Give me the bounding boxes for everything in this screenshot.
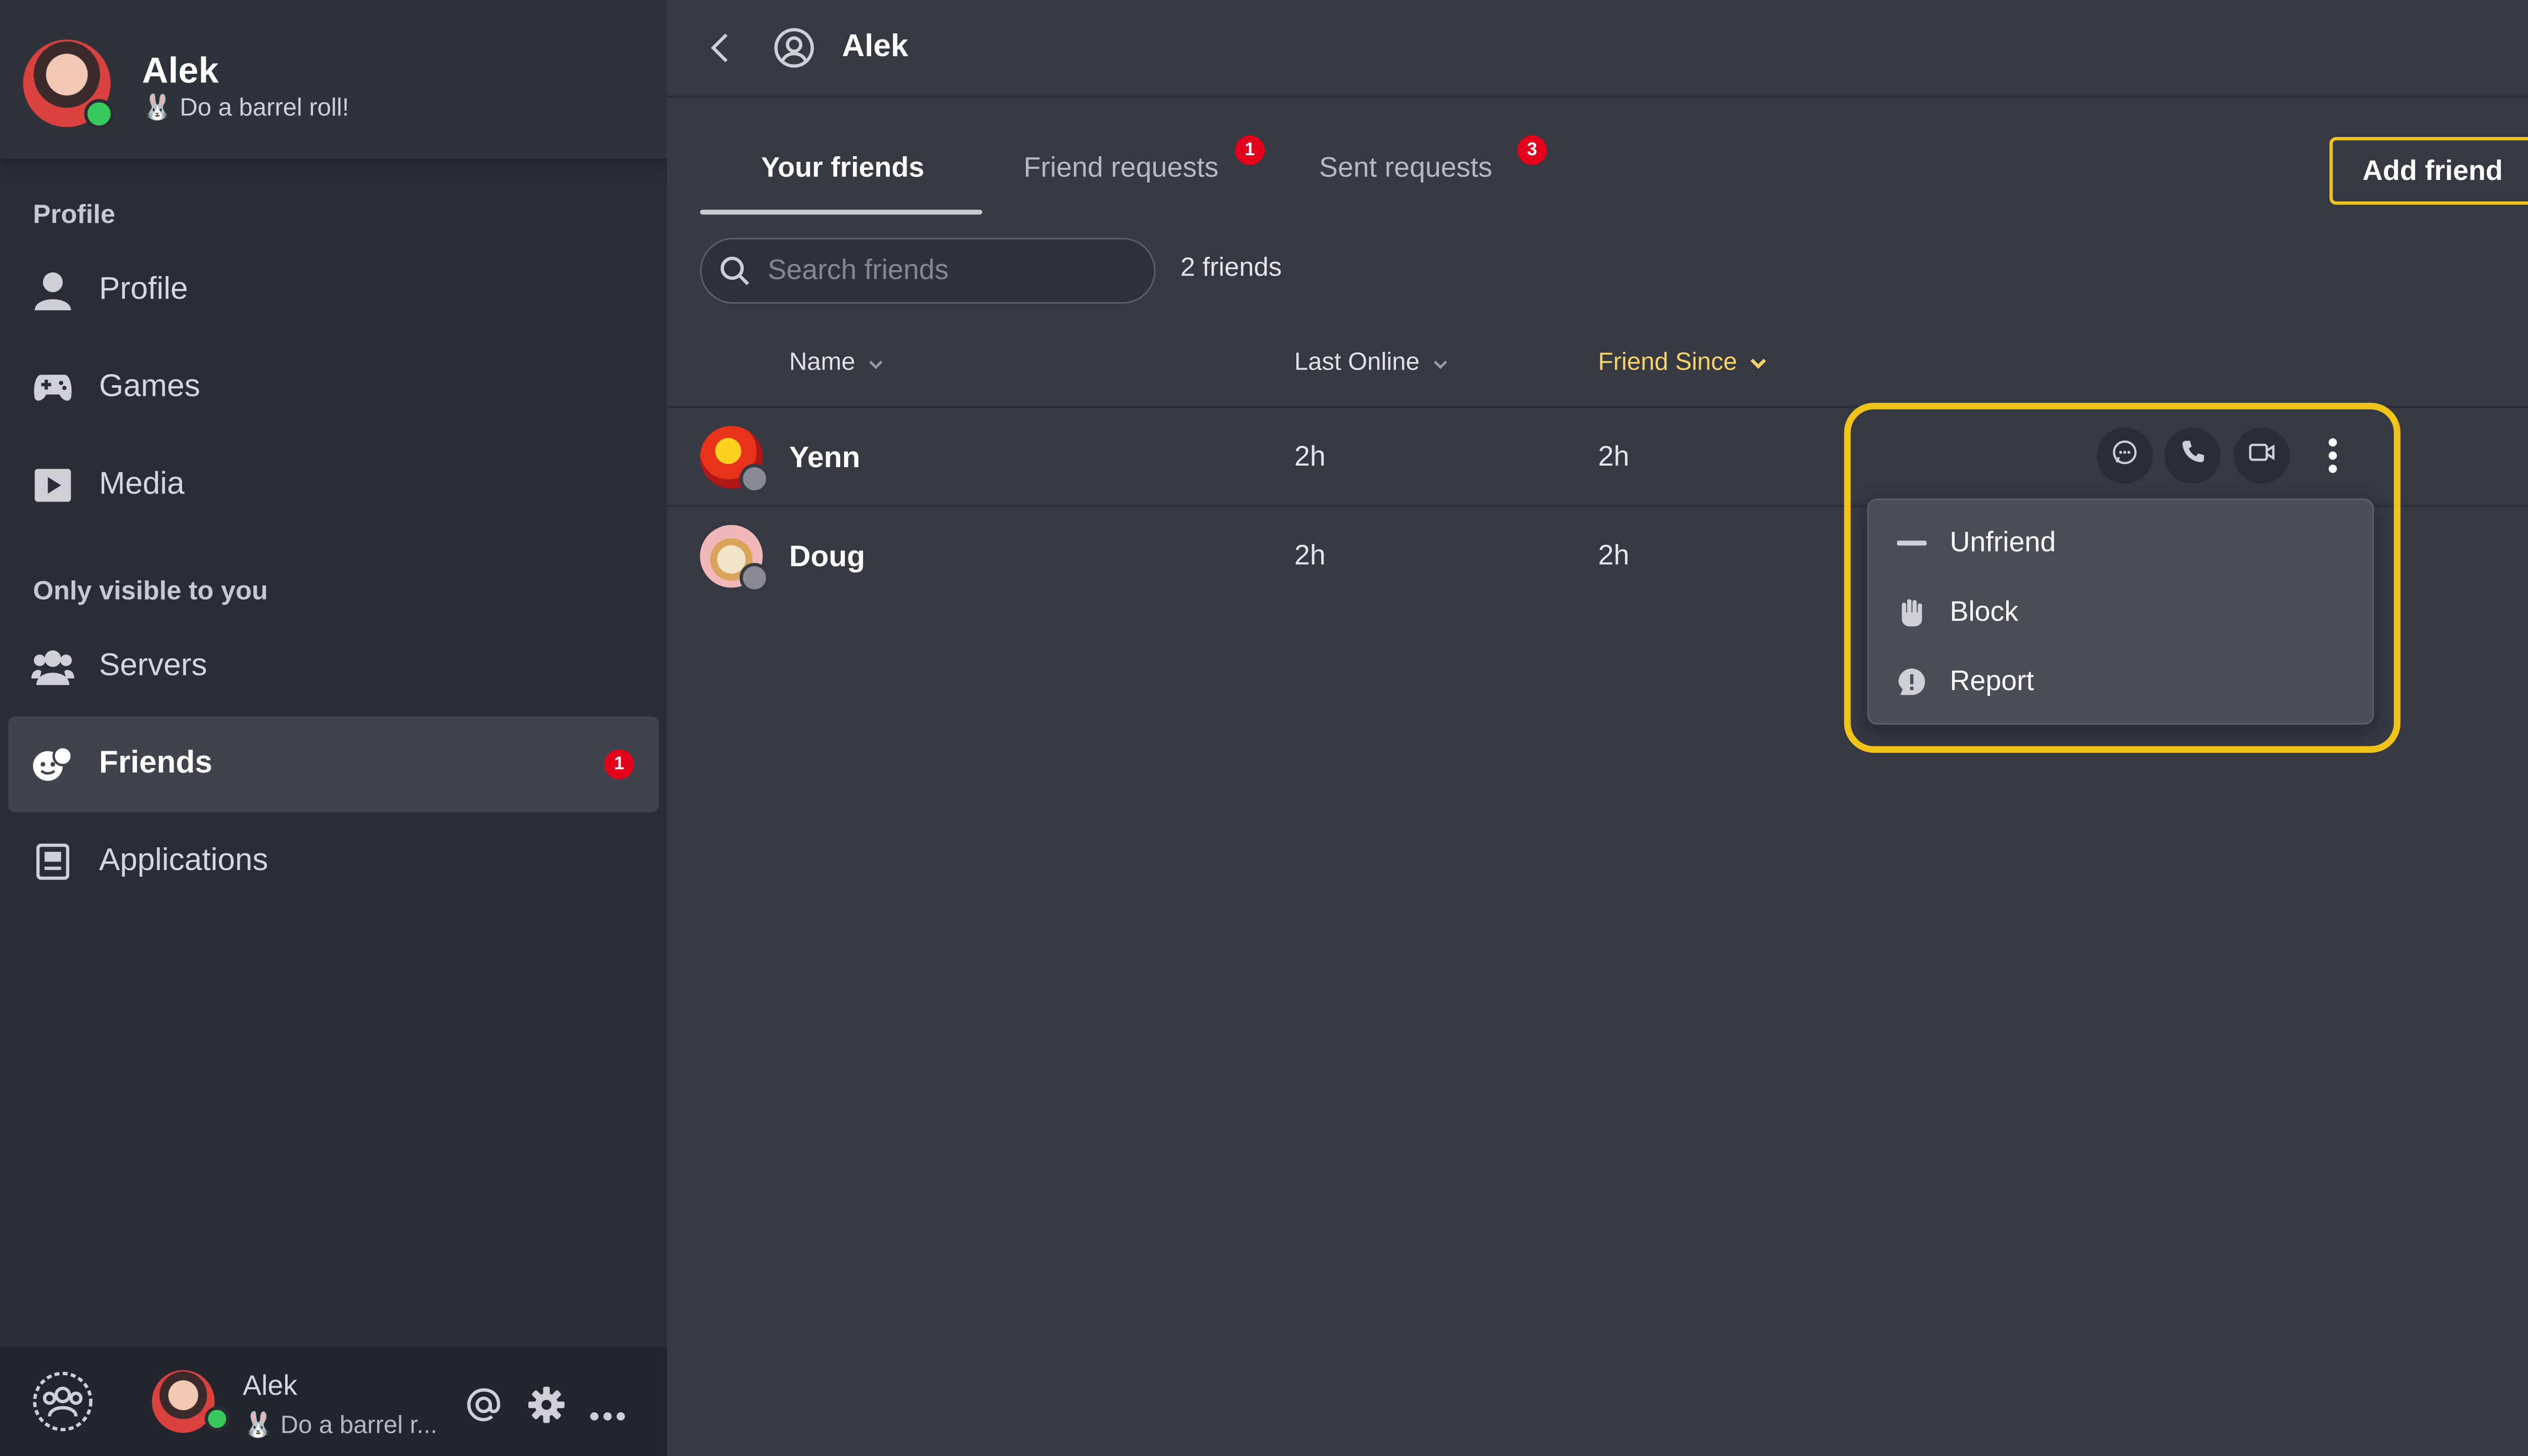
sidebar-item-label: Applications — [99, 843, 268, 879]
menu-item-label: Unfriend — [1950, 526, 2056, 558]
add-friend-button[interactable]: Add friend — [2329, 137, 2528, 205]
column-header-name[interactable]: Name — [789, 348, 883, 377]
sidebar-footer: Alek 🐰 Do a barrel r... — [0, 1347, 667, 1456]
tab-sent-requests[interactable]: Sent requests — [1319, 152, 1493, 185]
user-circle-icon — [774, 28, 814, 76]
friend-since-value: 2h — [1598, 539, 1630, 571]
more-icon[interactable] — [590, 1400, 626, 1430]
sidebar-item-applications[interactable]: Applications — [8, 814, 659, 909]
search-input[interactable] — [768, 239, 1131, 302]
online-status-dot — [84, 99, 114, 129]
friend-since-value: 2h — [1598, 440, 1630, 472]
column-header-friend-since[interactable]: Friend Since — [1598, 348, 1767, 377]
friend-count: 2 friends — [1180, 254, 1282, 283]
search-icon — [720, 256, 750, 294]
chevron-down-icon — [1433, 348, 1448, 377]
footer-online-dot — [204, 1406, 230, 1432]
chevron-down-icon — [1750, 348, 1767, 377]
back-chevron-icon[interactable] — [710, 31, 730, 73]
call-button[interactable] — [2164, 427, 2221, 484]
sent-requests-badge: 3 — [1517, 135, 1547, 165]
gear-icon[interactable] — [528, 1386, 565, 1431]
mention-icon[interactable] — [466, 1387, 502, 1431]
hand-icon — [1895, 598, 1928, 627]
column-header-last-online[interactable]: Last Online — [1294, 348, 1448, 377]
friend-context-menu: Unfriend Block Report — [1867, 498, 2374, 725]
menu-item-label: Block — [1950, 596, 2019, 627]
kebab-menu-icon[interactable] — [2328, 437, 2338, 482]
sidebar-item-label: Servers — [99, 649, 207, 684]
sidebar-item-label: Profile — [99, 272, 188, 307]
chevron-down-icon — [869, 348, 883, 377]
offline-status-dot — [739, 563, 770, 593]
sidebar-item-media[interactable]: Media — [8, 437, 659, 533]
active-tab-indicator — [700, 209, 982, 215]
phone-icon — [2180, 439, 2205, 472]
tab-friend-requests[interactable]: Friend requests — [1023, 152, 1218, 185]
section-title-private: Only visible to you — [33, 577, 268, 606]
group-icon — [31, 646, 74, 689]
gamepad-icon — [31, 367, 74, 410]
tab-your-friends[interactable]: Your friends — [761, 152, 924, 185]
person-icon — [31, 269, 74, 312]
sidebar-item-servers[interactable]: Servers — [8, 619, 659, 714]
friend-name: Doug — [789, 539, 865, 573]
alert-icon — [1895, 667, 1928, 697]
friends-icon — [31, 743, 74, 786]
last-online-value: 2h — [1294, 440, 1326, 472]
video-camera-icon — [2248, 441, 2275, 471]
menu-item-unfriend[interactable]: Unfriend — [1869, 510, 2372, 576]
user-status: 🐰 Do a barrel roll! — [142, 93, 349, 122]
sidebar-item-label: Friends — [99, 746, 212, 781]
user-name: Alek — [142, 49, 219, 91]
footer-status-emoji: 🐰 — [242, 1411, 274, 1440]
last-online-value: 2h — [1294, 539, 1326, 571]
footer-status-text: Do a barrel r... — [280, 1411, 437, 1440]
search-box[interactable] — [700, 238, 1156, 304]
menu-item-block[interactable]: Block — [1869, 579, 2372, 646]
top-bar: Alek — [667, 0, 2528, 98]
footer-user-name: Alek — [242, 1370, 298, 1402]
friend-requests-badge: 1 — [1235, 135, 1265, 165]
column-header-label: Last Online — [1294, 348, 1420, 377]
sidebar: Alek 🐰 Do a barrel roll! Profile Profile… — [0, 0, 667, 1456]
message-button[interactable] — [2096, 427, 2153, 484]
sidebar-item-profile[interactable]: Profile — [8, 243, 659, 338]
page-title: Alek — [842, 29, 909, 65]
status-emoji: 🐰 — [142, 94, 173, 122]
chat-bubble-icon — [2111, 438, 2138, 473]
sidebar-item-friends[interactable]: Friends 1 — [8, 716, 659, 812]
play-icon — [31, 464, 74, 507]
sidebar-item-label: Media — [99, 467, 185, 502]
video-call-button[interactable] — [2233, 427, 2290, 484]
user-header: Alek 🐰 Do a barrel roll! — [0, 0, 667, 159]
community-icon[interactable] — [31, 1370, 94, 1441]
friend-name: Yenn — [789, 440, 861, 474]
offline-status-dot — [739, 464, 770, 494]
sidebar-item-games[interactable]: Games — [8, 340, 659, 436]
column-header-label: Friend Since — [1598, 348, 1737, 377]
column-header-label: Name — [789, 348, 855, 377]
footer-user-status: 🐰 Do a barrel r... — [243, 1410, 437, 1440]
section-title-profile: Profile — [33, 201, 115, 230]
sidebar-item-label: Games — [99, 370, 200, 404]
friends-badge: 1 — [604, 749, 634, 780]
applications-icon — [31, 840, 74, 883]
minus-icon — [1895, 540, 1928, 547]
menu-item-label: Report — [1950, 665, 2034, 697]
status-text: Do a barrel roll! — [179, 94, 349, 122]
menu-item-report[interactable]: Report — [1869, 649, 2372, 715]
main-panel: Alek Your friends Friend requests 1 Sent… — [667, 0, 2528, 1456]
